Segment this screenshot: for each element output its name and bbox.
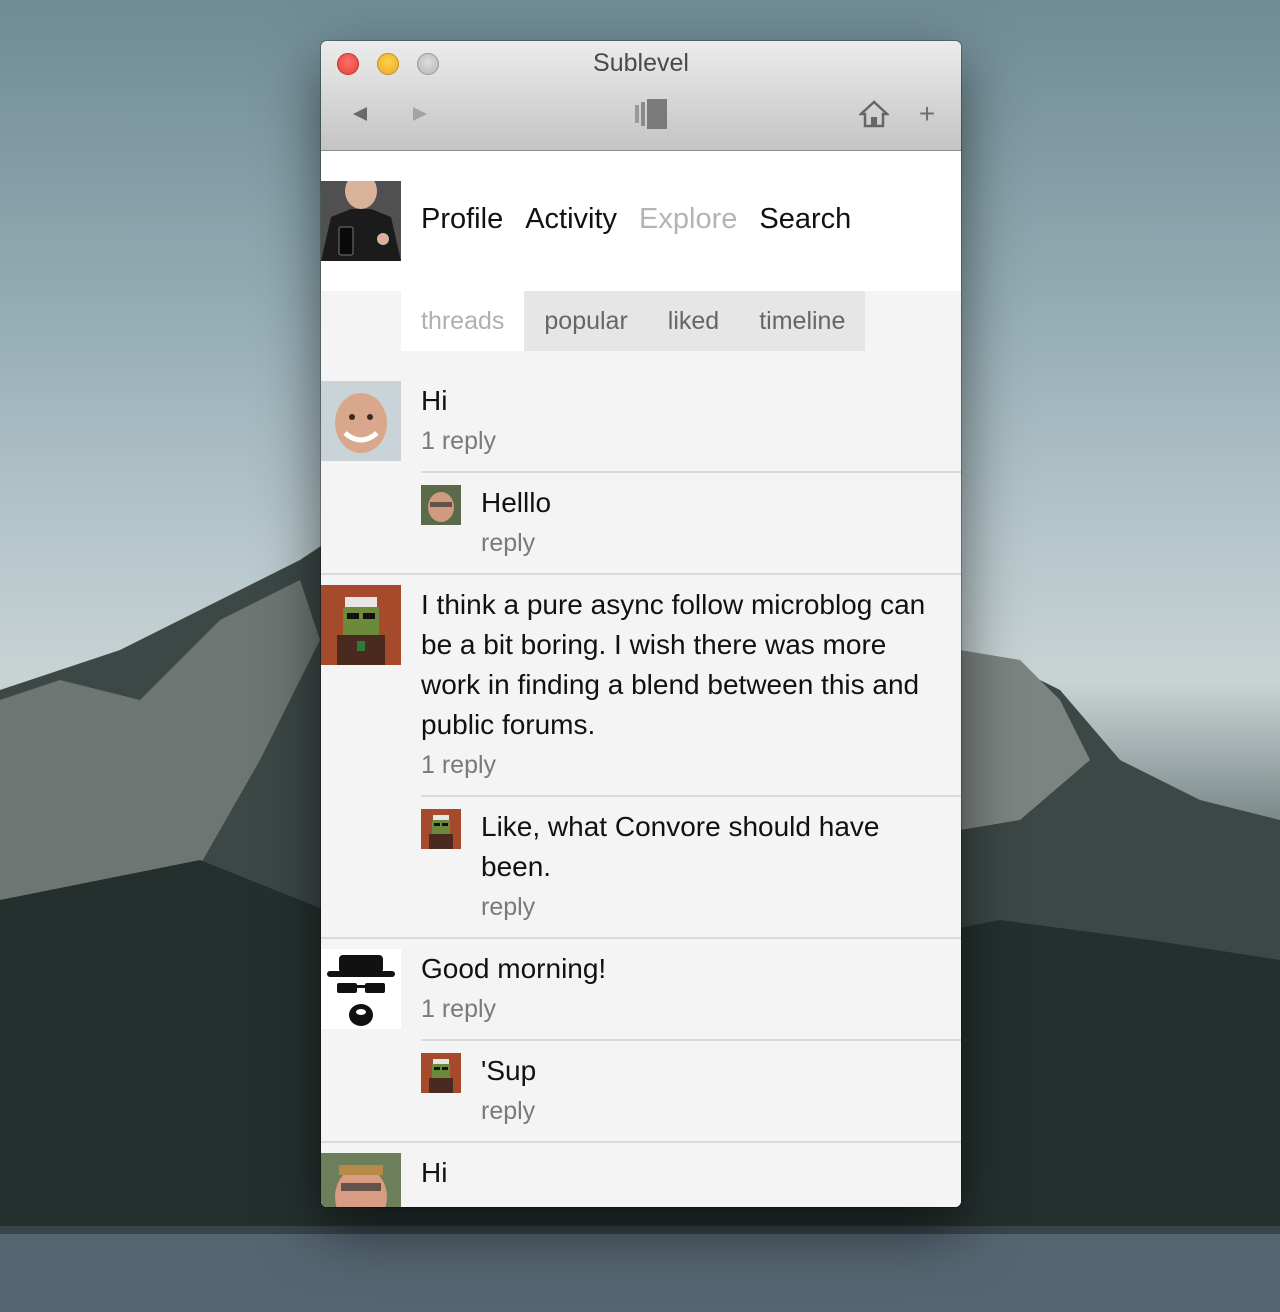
nav-search[interactable]: Search — [759, 203, 851, 236]
profile-photo — [321, 181, 401, 261]
avatar[interactable] — [321, 949, 401, 1029]
titlebar: Sublevel + — [321, 41, 961, 151]
back-arrow-icon — [353, 107, 367, 121]
reply-link[interactable]: reply — [481, 523, 535, 563]
reply-count[interactable]: 1 reply — [421, 421, 496, 461]
avatar[interactable] — [321, 181, 401, 261]
sub-tabs: threads popular liked timeline — [401, 291, 866, 351]
nav-activity[interactable]: Activity — [525, 203, 617, 236]
divider — [321, 1141, 961, 1143]
avatar[interactable] — [421, 809, 461, 849]
tab-threads[interactable]: threads — [401, 291, 525, 351]
nav-explore[interactable]: Explore — [639, 203, 737, 236]
avatar[interactable] — [421, 485, 461, 525]
avatar[interactable] — [321, 585, 401, 665]
divider — [421, 471, 961, 473]
home-button[interactable] — [857, 97, 891, 131]
reply-text: Helllo — [481, 487, 552, 518]
post-text: I think a pure async follow microblog ca… — [421, 589, 926, 740]
tab-liked[interactable]: liked — [648, 291, 739, 351]
pixel-avatar — [421, 809, 461, 849]
tab-popular[interactable]: popular — [524, 291, 647, 351]
stack-icon — [635, 99, 667, 129]
heisenberg-avatar — [321, 949, 401, 1029]
main-nav: Profile Activity Explore Search — [421, 203, 851, 236]
stack-button[interactable] — [633, 97, 669, 131]
divider — [421, 795, 961, 797]
user-photo — [421, 485, 461, 525]
reply-text: Like, what Convore should have been. — [481, 811, 880, 882]
tab-timeline[interactable]: timeline — [739, 291, 865, 351]
divider — [421, 1039, 961, 1041]
avatar[interactable] — [421, 1053, 461, 1093]
home-icon — [859, 100, 889, 128]
nav-profile[interactable]: Profile — [421, 203, 503, 236]
pixel-avatar — [421, 1053, 461, 1093]
user-photo — [321, 381, 401, 461]
reply-count[interactable]: 1 reply — [421, 989, 496, 1029]
header: Profile Activity Explore Search — [321, 151, 961, 291]
reply-link[interactable]: reply — [481, 887, 535, 927]
main-content: Profile Activity Explore Search threads … — [321, 151, 961, 1207]
user-photo — [321, 1153, 401, 1207]
app-window: Sublevel + Profile Activity Explore Sear… — [321, 41, 961, 1207]
reply-text: 'Sup — [481, 1055, 537, 1086]
avatar[interactable] — [321, 381, 401, 461]
back-button[interactable] — [347, 99, 373, 129]
forward-button[interactable] — [407, 99, 433, 129]
divider — [321, 573, 961, 575]
reply-link[interactable]: reply — [481, 1091, 535, 1131]
divider — [321, 937, 961, 939]
add-button[interactable]: + — [915, 97, 939, 131]
reply-count[interactable]: 1 reply — [421, 745, 496, 785]
post-text: Hi — [421, 1157, 448, 1188]
post-text: Hi — [421, 385, 448, 416]
pixel-avatar — [321, 585, 401, 665]
post-text: Good morning! — [421, 953, 607, 984]
forward-arrow-icon — [413, 107, 427, 121]
avatar[interactable] — [321, 1153, 401, 1207]
window-title: Sublevel — [593, 49, 689, 77]
